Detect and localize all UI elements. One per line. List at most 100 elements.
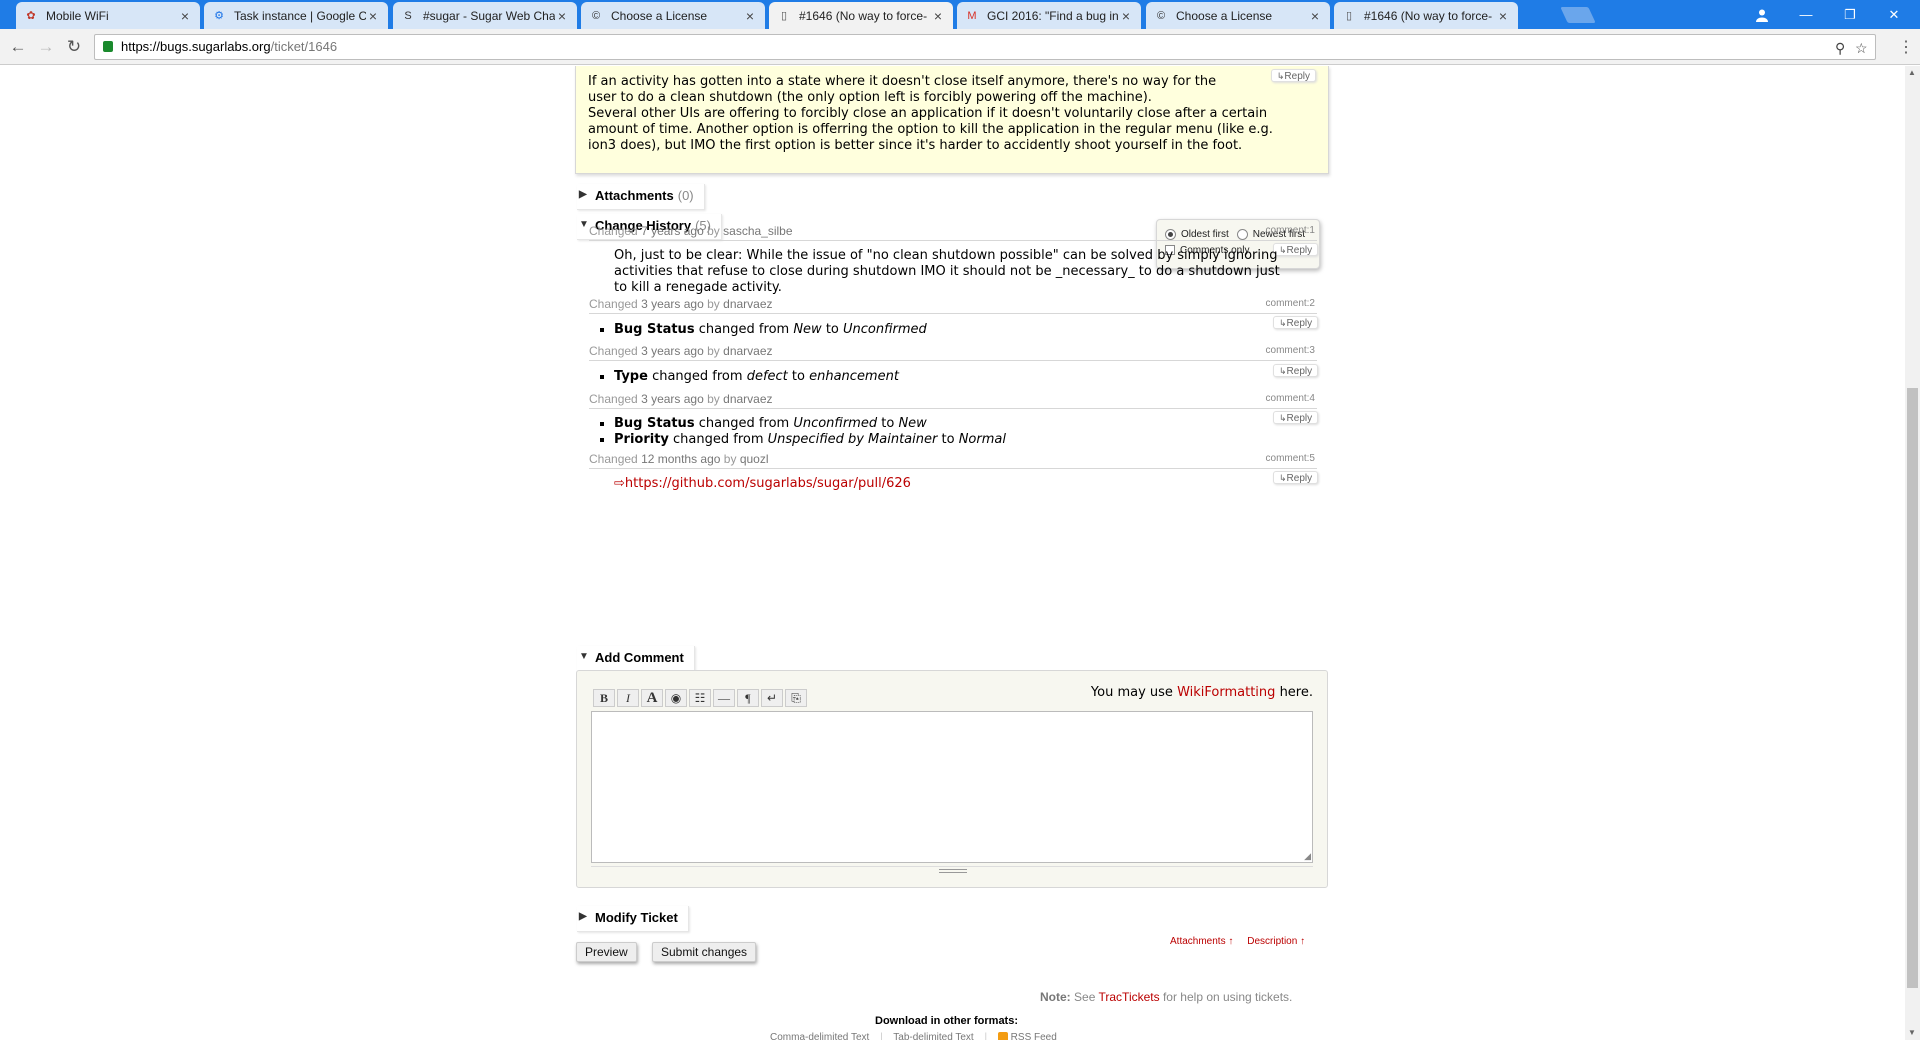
attachments-backlink[interactable]: Attachments ↑ (1170, 936, 1233, 947)
profile-icon[interactable] (1740, 0, 1784, 29)
close-tab-icon[interactable]: × (931, 8, 945, 24)
back-icon[interactable]: ← (8, 37, 28, 57)
scroll-thumb[interactable] (1907, 388, 1918, 988)
chrome-menu-icon[interactable]: ⋮ (1898, 37, 1914, 57)
reply-button[interactable]: ↳Reply (1273, 411, 1319, 424)
minimize-icon[interactable]: — (1784, 0, 1828, 29)
attachments-toggle[interactable]: ▶ Attachments (0) (577, 184, 705, 210)
change-time: 3 years ago (641, 344, 704, 358)
tab-title: #1646 (No way to force- (799, 8, 928, 23)
modify-ticket-toggle[interactable]: ▶ Modify Ticket (577, 906, 689, 932)
comment-anchor[interactable]: comment:1 (1266, 225, 1315, 236)
comment-textarea[interactable]: ◢ (591, 711, 1313, 863)
scroll-down-icon[interactable]: ▼ (1908, 1028, 1916, 1037)
new-tab-button[interactable] (1560, 7, 1596, 23)
add-comment-toggle[interactable]: ▼ Add Comment (577, 646, 695, 672)
change-header: Changed 3 years ago by dnarvaez comment:2 (589, 297, 1317, 314)
download-heading: Download in other formats: (875, 1015, 1018, 1027)
new-value: enhancement (809, 369, 899, 384)
browser-tab[interactable]: © Choose a License × (1146, 2, 1330, 29)
modify-ticket-label: Modify Ticket (595, 910, 678, 925)
wikiformatting-link[interactable]: WikiFormatting (1177, 685, 1275, 700)
browser-tab[interactable]: © Choose a License × (581, 2, 765, 29)
to-word: to (825, 322, 839, 337)
italic-icon[interactable]: I (617, 689, 639, 707)
reply-button[interactable]: ↳Reply (1273, 364, 1319, 377)
change-prefix: Changed (589, 344, 638, 358)
textarea-resize-handle[interactable] (591, 866, 1313, 873)
description-backlink[interactable]: Description ↑ (1247, 936, 1305, 947)
description-reply-button[interactable]: ↳Reply (1270, 69, 1316, 82)
description-line: amount of time. Another option is offerr… (588, 122, 1273, 137)
expanded-triangle-icon: ▼ (579, 219, 589, 230)
csv-download-link[interactable]: Comma-delimited Text (770, 1032, 869, 1040)
change-verb: changed from (652, 369, 743, 384)
address-bar[interactable]: https://bugs.sugarlabs.org/ticket/1646 ⚲… (94, 34, 1876, 60)
scroll-up-icon[interactable]: ▲ (1908, 68, 1916, 77)
browser-tab[interactable]: ▯ #1646 (No way to force- × (1334, 2, 1518, 29)
restore-icon[interactable]: ❐ (1828, 0, 1872, 29)
line-break-icon[interactable]: ↵ (761, 689, 783, 707)
page-icon: ▯ (780, 9, 788, 22)
forward-icon[interactable]: → (36, 37, 56, 57)
rss-feed-link[interactable]: RSS Feed (1011, 1032, 1057, 1040)
field-name: Priority (614, 432, 669, 447)
tab-title: Task instance | Google Co (234, 8, 366, 23)
tab-title: Mobile WiFi (46, 8, 109, 23)
change-author: dnarvaez (723, 344, 773, 358)
description-line: user to do a clean shutdown (the only op… (588, 90, 1152, 105)
image-icon[interactable]: ⎘ (785, 689, 807, 707)
change-list-items: Bug Status changed from New to Unconfirm… (596, 322, 927, 338)
horizontal-rule-icon[interactable]: — (713, 689, 735, 707)
tsv-download-link[interactable]: Tab-delimited Text (893, 1032, 973, 1040)
browser-tab[interactable]: ▯ #1646 (No way to force- × (769, 2, 953, 29)
close-tab-icon[interactable]: × (1308, 8, 1322, 24)
browser-tab[interactable]: ⚙ Task instance | Google Co × (204, 2, 388, 29)
tractickets-link[interactable]: TracTickets (1099, 990, 1160, 1004)
submit-changes-button[interactable]: Submit changes (652, 942, 757, 962)
close-tab-icon[interactable]: × (1496, 8, 1510, 24)
pull-request-link[interactable]: https://github.com/sugarlabs/sugar/pull/… (625, 476, 911, 491)
gear-icon: ⚙ (214, 9, 224, 22)
preview-button[interactable]: Preview (576, 942, 637, 962)
link-icon[interactable]: ◉ (665, 689, 687, 707)
resize-grip-icon[interactable]: ◢ (1304, 852, 1311, 862)
browser-tab[interactable]: ✿ Mobile WiFi × (16, 2, 200, 29)
browser-tab[interactable]: M GCI 2016: "Find a bug in × (957, 2, 1141, 29)
url-host: https://bugs.sugarlabs.org (121, 39, 271, 54)
comment-text: Oh, just to be clear: While the issue of… (614, 248, 1280, 295)
browser-toolbar: ← → ↻ https://bugs.sugarlabs.org/ticket/… (0, 29, 1920, 65)
browser-tab[interactable]: S #sugar - Sugar Web Chat × (393, 2, 577, 29)
code-icon[interactable]: ☷ (689, 689, 711, 707)
reply-button[interactable]: ↳Reply (1273, 316, 1319, 329)
close-tab-icon[interactable]: × (743, 8, 757, 24)
change-author: sascha_silbe (723, 224, 793, 238)
close-tab-icon[interactable]: × (555, 8, 569, 24)
comment-anchor[interactable]: comment:5 (1266, 453, 1315, 464)
reload-icon[interactable]: ↻ (64, 37, 84, 57)
change-item: Bug Status changed from Unconfirmed to N… (614, 416, 1006, 432)
change-header: Changed 12 months ago by quozl comment:5 (589, 452, 1317, 469)
paragraph-icon[interactable]: ¶ (737, 689, 759, 707)
old-value: Unconfirmed (793, 416, 878, 431)
collapsed-triangle-icon: ▶ (579, 911, 587, 922)
collapsed-triangle-icon: ▶ (579, 189, 587, 200)
heading-icon[interactable]: A (641, 689, 663, 707)
close-tab-icon[interactable]: × (366, 8, 380, 24)
new-value: Normal (958, 432, 1006, 447)
close-tab-icon[interactable]: × (178, 8, 192, 24)
comment-anchor[interactable]: comment:3 (1266, 345, 1315, 356)
key-icon[interactable]: ⚲ (1835, 36, 1845, 60)
bookmark-star-icon[interactable]: ☆ (1855, 36, 1868, 60)
ticket-description: If an activity has gotten into a state w… (575, 66, 1329, 174)
cc-icon: © (1156, 9, 1166, 22)
change-header: Changed 7 years ago by sascha_silbe comme… (589, 224, 1317, 241)
change-prefix: Changed (589, 452, 638, 466)
close-window-icon[interactable]: ✕ (1872, 0, 1916, 29)
tab-title: Choose a License (611, 8, 708, 23)
bold-icon[interactable]: B (593, 689, 615, 707)
comment-anchor[interactable]: comment:2 (1266, 298, 1315, 309)
close-tab-icon[interactable]: × (1119, 8, 1133, 24)
comment-anchor[interactable]: comment:4 (1266, 393, 1315, 404)
page-scrollbar[interactable]: ▲ ▼ (1905, 66, 1920, 1040)
